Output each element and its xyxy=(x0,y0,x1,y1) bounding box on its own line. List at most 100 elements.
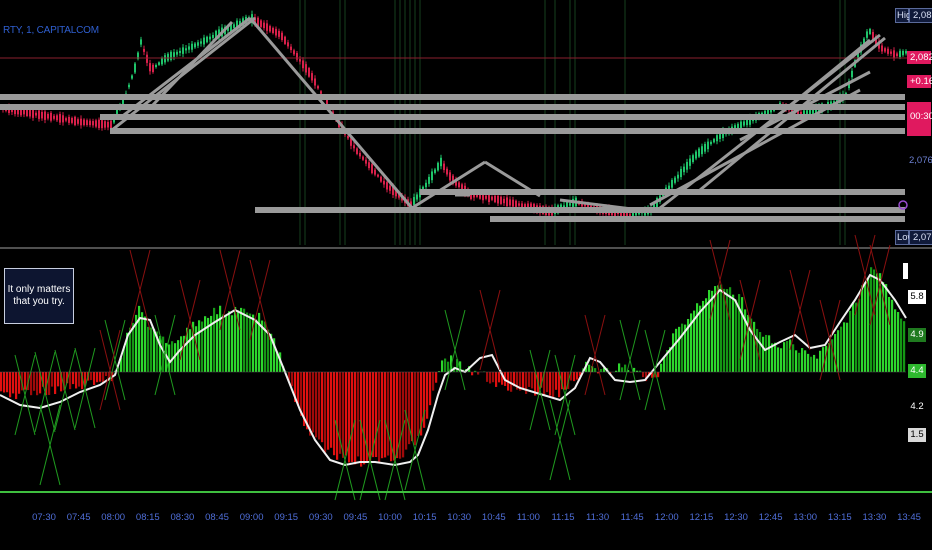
histogram-bar xyxy=(432,372,435,391)
time-axis-label: 11:30 xyxy=(586,512,610,523)
candle-body xyxy=(140,39,142,45)
histogram-bar xyxy=(33,372,36,391)
histogram-bar xyxy=(804,350,807,372)
histogram-bar xyxy=(384,372,387,458)
histogram-bar xyxy=(549,372,552,396)
candle-body xyxy=(515,200,517,207)
candle-body xyxy=(158,62,160,65)
candle-body xyxy=(47,113,49,119)
histogram-bar xyxy=(894,309,897,372)
histogram-bar xyxy=(249,313,252,372)
histogram-bar xyxy=(393,372,396,461)
candle-body xyxy=(83,119,85,126)
candle-body xyxy=(101,120,103,129)
histogram-bar xyxy=(477,372,480,375)
candle-body xyxy=(437,162,439,171)
candle-body xyxy=(716,135,718,142)
histogram-bar xyxy=(435,372,438,383)
candle-body xyxy=(416,194,418,200)
trend-line xyxy=(411,160,486,210)
histogram-bar xyxy=(675,328,678,372)
histogram-bar xyxy=(345,372,348,456)
candle-body xyxy=(59,114,61,123)
candle-body xyxy=(263,22,265,29)
histogram-bar xyxy=(816,358,819,372)
trading-chart[interactable]: RTY, 1, CAPITALCOM It only matters that … xyxy=(0,0,932,550)
candle-body xyxy=(212,35,214,38)
histogram-bar xyxy=(699,305,702,372)
candle-body xyxy=(476,194,478,197)
histogram-bar xyxy=(792,344,795,372)
histogram-bar xyxy=(594,368,597,372)
histogram-bar xyxy=(498,372,501,383)
candle-body xyxy=(260,20,262,27)
indicator-pane[interactable] xyxy=(0,234,932,501)
histogram-bar xyxy=(717,285,720,372)
candle-body xyxy=(368,162,370,169)
candle-body xyxy=(347,135,349,139)
histogram-bar xyxy=(471,372,474,376)
histogram-bar xyxy=(348,372,351,463)
candle-body xyxy=(506,197,508,207)
trend-line xyxy=(111,16,256,132)
candle-body xyxy=(443,163,445,171)
histogram-bar xyxy=(309,372,312,436)
histogram-bar xyxy=(141,312,144,372)
histogram-bar xyxy=(819,350,822,372)
histogram-bar xyxy=(315,372,318,438)
histogram-bar xyxy=(240,307,243,372)
histogram-bar xyxy=(213,307,216,372)
mid-price-label: 2,076.0 xyxy=(909,155,932,166)
candle-body xyxy=(281,32,283,40)
candle-body xyxy=(62,115,64,123)
candle-body xyxy=(56,115,58,121)
candle-body xyxy=(383,180,385,185)
histogram-bar xyxy=(789,339,792,372)
candle-body xyxy=(287,42,289,47)
histogram-bar xyxy=(9,372,12,398)
candle-body xyxy=(296,53,298,60)
time-axis-label: 12:00 xyxy=(654,512,679,523)
histogram-bar xyxy=(228,311,231,372)
histogram-bar xyxy=(711,290,714,372)
histogram-bar xyxy=(807,353,810,372)
histogram-bar xyxy=(873,269,876,372)
histogram-bar xyxy=(762,336,765,372)
chart-canvas[interactable] xyxy=(0,0,932,550)
histogram-bar xyxy=(858,298,861,372)
histogram-bar xyxy=(834,334,837,372)
histogram-bar xyxy=(99,372,102,382)
histogram-bar xyxy=(798,352,801,372)
candle-body xyxy=(92,121,94,126)
time-axis-label: 12:45 xyxy=(758,512,783,523)
candle-body xyxy=(128,84,130,88)
candle-body xyxy=(104,121,106,128)
price-pane[interactable] xyxy=(0,0,908,245)
candle-body xyxy=(194,43,196,48)
histogram-bar xyxy=(396,372,399,459)
histogram-bar xyxy=(354,372,357,465)
time-axis-label: 10:00 xyxy=(378,512,402,523)
candle-body xyxy=(374,169,376,175)
symbol-label[interactable]: RTY, 1, CAPITALCOM xyxy=(3,25,99,36)
histogram-bar xyxy=(336,372,339,460)
histogram-bar xyxy=(93,372,96,386)
histogram-bar xyxy=(0,372,3,392)
quote-text: It only matters that you try. xyxy=(7,284,71,307)
histogram-bar xyxy=(153,328,156,372)
time-axis-label: 09:15 xyxy=(274,512,299,523)
histogram-bar xyxy=(75,372,78,389)
time-axis-label: 13:15 xyxy=(827,512,852,523)
histogram-bar xyxy=(888,296,891,372)
candle-body xyxy=(278,30,280,37)
candle-body xyxy=(365,159,367,164)
candle-body xyxy=(134,63,136,73)
histogram-bar xyxy=(555,372,558,390)
candle-body xyxy=(35,112,37,116)
histogram-bar xyxy=(36,372,39,396)
candle-body xyxy=(77,119,79,124)
histogram-bar xyxy=(138,305,141,372)
candle-body xyxy=(305,64,307,73)
candle-body xyxy=(677,174,679,179)
candle-body xyxy=(896,53,898,57)
